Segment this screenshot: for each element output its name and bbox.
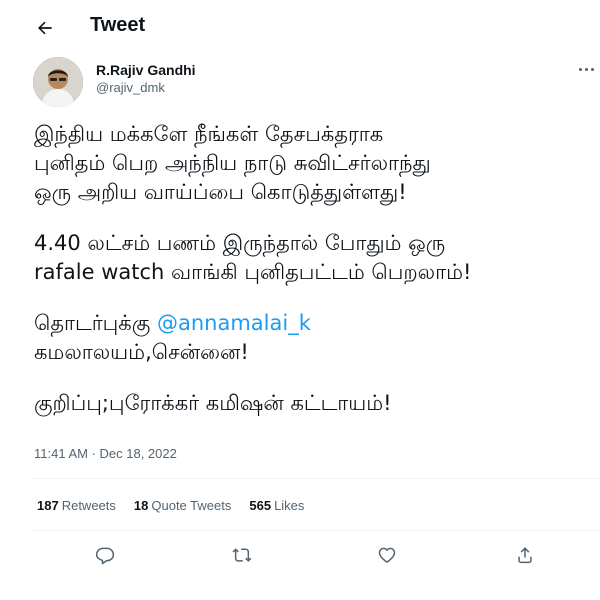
more-horizontal-icon	[578, 67, 582, 71]
tweet-line: இந்திய மக்களே நீங்கள் தேசபக்தராக	[34, 122, 384, 146]
retweet-button[interactable]	[227, 540, 257, 570]
share-button[interactable]	[510, 540, 540, 570]
page-title: Tweet	[90, 14, 146, 36]
tweet-line: கமலாலயம்,சென்னை!	[34, 340, 249, 364]
author-info[interactable]: R.Rajiv Gandhi @rajiv_dmk	[96, 61, 196, 97]
likes-label: Likes	[274, 498, 305, 513]
divider	[32, 478, 600, 479]
quote-tweets-label: Quote Tweets	[151, 498, 232, 513]
tweet-line: குறிப்பு;புரோக்கர் கமிஷன் கட்டாயம்!	[34, 391, 392, 415]
profile-photo	[33, 57, 83, 107]
tweet-line-with-mention: தொடர்புக்கு @annamalai_k	[34, 309, 594, 338]
more-options-button[interactable]	[575, 60, 597, 78]
likes-stat[interactable]: 565 Likes	[249, 498, 304, 513]
reply-button[interactable]	[90, 540, 120, 570]
retweets-label: Retweets	[61, 498, 116, 513]
mention-link[interactable]: @annamalai_k	[157, 311, 311, 335]
more-horizontal-icon-dot	[590, 67, 594, 71]
tweet-line: ஒரு அறிய வாய்ப்பை கொடுத்துள்ளது!	[34, 180, 407, 204]
arrow-left-icon	[38, 21, 52, 35]
quote-tweets-count: 18	[133, 498, 149, 513]
tweet-text: இந்திய மக்களே நீங்கள் தேசபக்தராக புனிதம்…	[34, 120, 594, 418]
tweet-line: 4.40 லட்சம் பணம் இருந்தால் போதும் ஒரு	[34, 231, 446, 255]
reply-icon	[95, 547, 115, 565]
tweet-line: rafale watch வாங்கி புனிதபட்டம் பெறலாம்!	[34, 260, 472, 284]
like-button[interactable]	[372, 540, 402, 570]
more-horizontal-icon-dot	[584, 67, 588, 71]
tweet-stats: 187 Retweets 18 Quote Tweets 565 Likes	[37, 498, 304, 513]
retweets-count: 187	[37, 498, 59, 513]
header-bar: Tweet	[0, 0, 600, 55]
tweet-timestamp[interactable]: 11:41 AM · Dec 18, 2022	[34, 446, 177, 461]
avatar[interactable]	[33, 57, 83, 107]
retweets-stat[interactable]: 187 Retweets	[37, 498, 116, 513]
share-icon	[518, 547, 532, 564]
divider	[32, 530, 600, 531]
quote-tweets-stat[interactable]: 18 Quote Tweets	[134, 498, 231, 513]
back-button[interactable]	[30, 13, 60, 43]
retweet-icon	[232, 548, 252, 562]
likes-count: 565	[249, 498, 272, 513]
author-handle[interactable]: @rajiv_dmk	[96, 79, 196, 97]
author-display-name[interactable]: R.Rajiv Gandhi	[96, 61, 196, 79]
like-icon	[378, 547, 396, 563]
tweet-actions	[0, 540, 600, 570]
tweet-line: புனிதம் பெற அந்நிய நாடு சுவிட்சர்லாந்து	[34, 151, 431, 175]
tweet-line: தொடர்புக்கு	[34, 311, 151, 335]
